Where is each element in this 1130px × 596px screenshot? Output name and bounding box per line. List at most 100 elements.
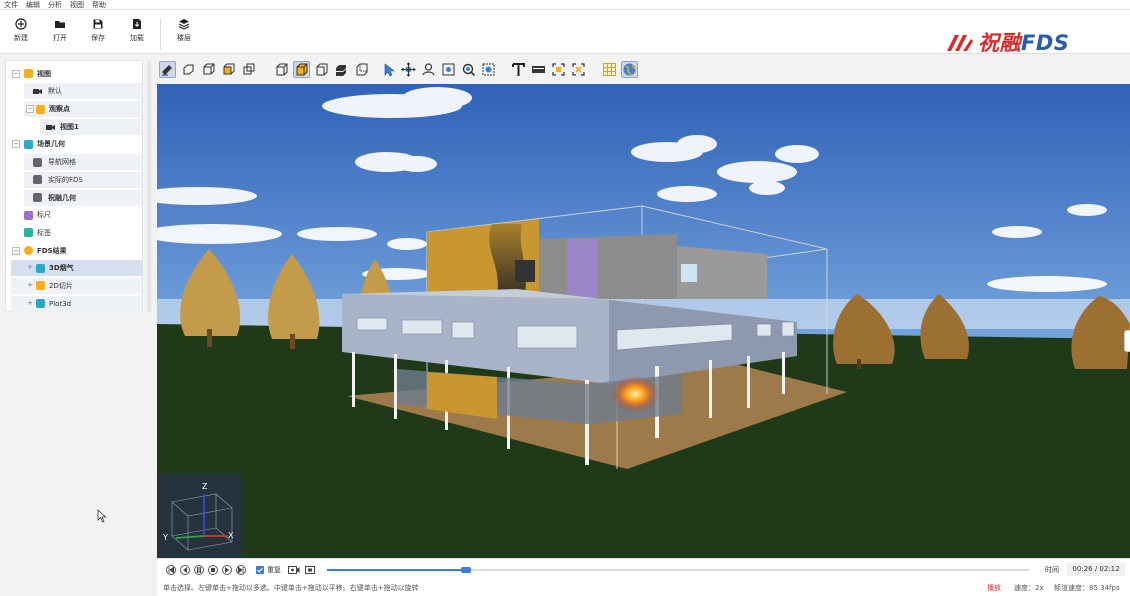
step-back-icon [183,567,187,573]
expand-toggle[interactable]: + [26,299,34,308]
tree-node-default[interactable]: 默认 [24,83,142,100]
tree-node-label: 祝融几何 [48,193,76,202]
expand-toggle[interactable]: + [26,281,34,290]
globe-icon [623,63,636,76]
tree-node-label: 实际的FDS [48,175,83,184]
tree-node-fds-results[interactable]: − FDS结果 [6,243,142,259]
record-video-icon[interactable] [288,565,300,575]
expand-toggle[interactable]: + [26,264,34,272]
view-toolbar [157,58,1130,84]
tree-node-fds-object[interactable]: 实际的FDS [24,171,142,188]
wire-box-button[interactable] [200,61,217,78]
plot3d-icon [36,299,45,309]
timeline-slider[interactable] [327,567,1029,573]
status-fps: 帧渲速度：85.34fps [1054,580,1120,596]
tree-node-zr-geometry[interactable]: 祝融几何 [24,189,142,206]
next-frame-button[interactable] [222,565,232,575]
cube-wire-icon [276,63,288,76]
tree-node-views[interactable]: − 视图 [6,66,142,82]
last-frame-button[interactable] [236,565,246,575]
open-label: 打开 [53,34,67,42]
solid-view-button[interactable] [159,61,176,78]
cube-stack-button[interactable] [333,61,350,78]
orbit-button[interactable] [420,61,437,78]
tree-node-viewpoints[interactable]: − 观察点 [24,101,142,118]
axis-x-label: X [228,531,234,540]
text-button[interactable] [510,61,527,78]
menu-edit[interactable]: 编辑 [26,0,40,9]
outline-view-button[interactable] [180,61,197,78]
layers-button[interactable]: 楼层 [169,18,199,48]
collapse-toggle[interactable]: − [26,105,34,114]
tree-node-slice2d[interactable]: + 2D切片 [11,277,142,294]
tree-node-label: 标签 [37,228,51,237]
time-label: 时间 [1045,566,1059,574]
fit-view-button[interactable] [440,61,457,78]
menu-view[interactable]: 视图 [70,0,84,9]
tree-node-plot3d[interactable]: + Plot3d [11,295,142,312]
open-button[interactable]: 打开 [45,18,75,48]
repeat-label: 重复 [267,566,281,574]
logo-text-prefix: 祝融 [978,31,1021,55]
bar-button[interactable] [530,61,547,78]
first-frame-button[interactable] [166,565,176,575]
frame-select-button[interactable] [550,61,567,78]
frame-toggle-button[interactable] [570,61,587,78]
prev-frame-button[interactable] [180,565,190,575]
cube-wire-button[interactable] [273,61,290,78]
tree-node-label: 默认 [48,87,62,96]
zoom-box-button[interactable] [480,61,497,78]
cube-iso-button[interactable] [353,61,370,78]
globe-button[interactable] [621,61,638,78]
load-button[interactable]: 加载 [122,18,152,48]
collapse-toggle[interactable]: − [12,69,20,78]
wire-box-icon [203,63,215,75]
pan-button[interactable] [400,61,417,78]
cube-solid-button[interactable] [293,61,310,78]
new-button[interactable]: 新建 [6,18,36,48]
roof-window [681,264,697,282]
floppy-icon [93,19,103,29]
cube-open-button[interactable] [313,61,330,78]
zoom-button[interactable] [460,61,477,78]
tree-node-label[interactable]: 标签 [6,225,142,241]
text-icon [512,63,525,76]
tree-node-label: 3D烟气 [49,264,74,273]
fps-label: 帧渲速度： [1054,584,1089,592]
orbit-icon [422,63,435,76]
box-edges-button[interactable] [240,61,257,78]
menu-help[interactable]: 帮助 [92,0,106,9]
shaded-box-button[interactable] [220,61,237,78]
cube-open-icon [316,63,328,76]
timeline-thumb[interactable] [460,567,471,573]
pause-button[interactable] [194,565,204,575]
tree-scrollbar[interactable] [147,60,151,312]
menu-analyze[interactable]: 分析 [48,0,62,9]
select-arrow-button[interactable] [380,61,397,78]
tree-node-label: 视图1 [60,122,79,131]
collapse-toggle[interactable]: − [12,140,20,149]
grid-button[interactable] [601,61,618,78]
right-panel-handle[interactable] [1124,330,1130,352]
status-bar: 单击选择。左键单击+拖动以多选。中键单击+拖动以平移。右键单击+拖动以旋转 播放… [157,580,1130,596]
drum-wall [539,234,677,299]
menu-file[interactable]: 文件 [4,0,18,9]
time-readout: 00:26 / 02:12 [1067,563,1125,576]
save-button[interactable]: 保存 [83,18,113,48]
tree-node-label: 场景几何 [37,140,65,149]
load-label: 加载 [130,34,144,42]
tree-node-view1[interactable]: 视图1 [40,118,142,135]
tree-node-scene-geometry[interactable]: − 场景几何 [6,136,142,152]
3d-viewport[interactable] [157,84,1130,558]
stop-button[interactable] [208,565,218,575]
tree-node-ruler[interactable]: 标尺 [6,207,142,223]
stop-icon [211,568,215,572]
frame-toggle-icon [572,63,585,76]
tree-node-smoke3d[interactable]: + 3D烟气 [11,260,142,277]
collapse-toggle[interactable]: − [12,246,20,255]
check-icon [257,567,263,573]
tree-node-nav-mesh[interactable]: 导航网格 [24,154,142,171]
repeat-checkbox[interactable] [256,566,264,574]
pan-icon [401,62,416,77]
screenshot-icon[interactable] [305,565,315,575]
